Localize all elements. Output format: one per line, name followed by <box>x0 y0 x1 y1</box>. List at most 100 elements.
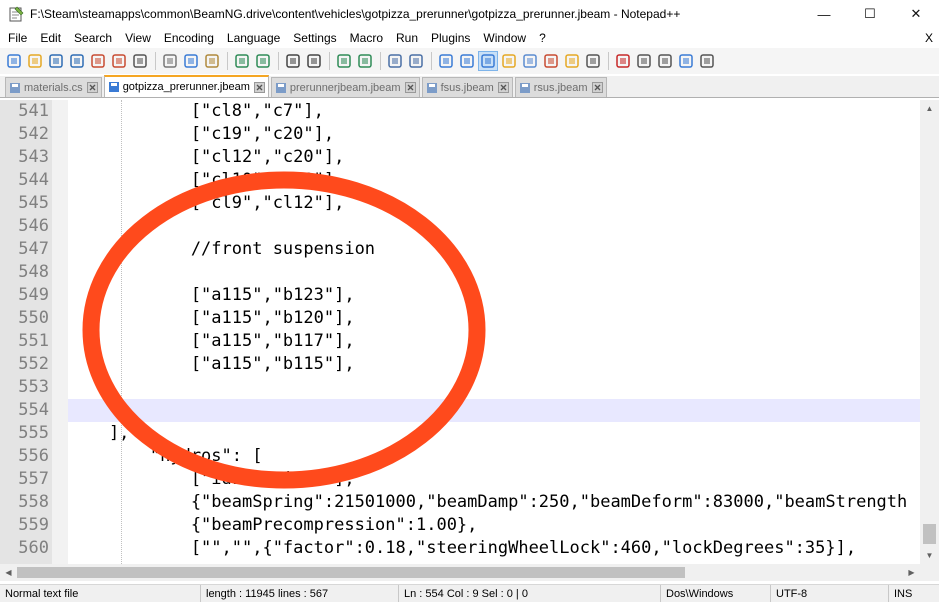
stop-record-icon[interactable] <box>634 51 654 71</box>
code-text[interactable]: ], <box>68 422 920 445</box>
code-text[interactable]: {"beamPrecompression":1.00}, <box>68 514 920 537</box>
close-icon[interactable] <box>88 51 108 71</box>
menu-macro[interactable]: Macro <box>344 28 390 48</box>
scroll-up-arrow-icon[interactable]: ▲ <box>920 100 939 117</box>
scroll-down-arrow-icon[interactable]: ▼ <box>920 547 939 564</box>
menu-window[interactable]: Window <box>477 28 533 48</box>
menu-view[interactable]: View <box>119 28 158 48</box>
code-text[interactable]: ["a115","b117"], <box>68 330 920 353</box>
tab-close-icon[interactable] <box>86 82 98 93</box>
code-text[interactable]: ["a115","b115"], <box>68 353 920 376</box>
code-line[interactable]: 554 <box>0 399 920 422</box>
folder-workspace-icon[interactable] <box>562 51 582 71</box>
code-line[interactable]: 541 ["cl8","c7"], <box>0 100 920 123</box>
copy-icon[interactable] <box>181 51 201 71</box>
code-text[interactable]: ["cl12","c20"], <box>68 146 920 169</box>
zoom-in-icon[interactable] <box>334 51 354 71</box>
code-text[interactable]: "hydros": [ <box>68 445 920 468</box>
menu-search[interactable]: Search <box>68 28 119 48</box>
menu-run[interactable]: Run <box>390 28 425 48</box>
code-text[interactable]: ["cl9","cl12"], <box>68 192 920 215</box>
menu-language[interactable]: Language <box>221 28 287 48</box>
tab-gotpizza-prerunner-jbeam[interactable]: gotpizza_prerunner.jbeam <box>103 75 269 97</box>
tab-close-icon[interactable] <box>253 81 265 93</box>
menu-settings[interactable]: Settings <box>287 28 343 48</box>
zoom-out-icon[interactable] <box>355 51 375 71</box>
sync-vertical-icon[interactable] <box>385 51 405 71</box>
menu-file[interactable]: File <box>0 28 34 48</box>
code-line[interactable]: 557 ["id1:","id2:"], <box>0 468 920 491</box>
code-text[interactable] <box>68 399 920 422</box>
code-line[interactable]: 548 <box>0 261 920 284</box>
tab-close-icon[interactable] <box>404 82 416 93</box>
status-eol[interactable]: Dos\Windows <box>660 585 770 602</box>
tab-materials-cs[interactable]: materials.cs <box>5 77 102 97</box>
monitoring-icon[interactable] <box>583 51 603 71</box>
tab-fsus-jbeam[interactable]: fsus.jbeam <box>421 77 513 97</box>
code-line[interactable]: 542 ["c19","c20"], <box>0 123 920 146</box>
document-map-icon[interactable] <box>520 51 540 71</box>
function-list-icon[interactable] <box>541 51 561 71</box>
record-macro-icon[interactable] <box>613 51 633 71</box>
maximize-button[interactable]: ☐ <box>847 0 893 28</box>
cut-icon[interactable] <box>160 51 180 71</box>
code-line[interactable]: 543 ["cl12","c20"], <box>0 146 920 169</box>
tab-close-icon[interactable] <box>591 82 603 93</box>
code-line[interactable]: 552 ["a115","b115"], <box>0 353 920 376</box>
menu-encoding[interactable]: Encoding <box>158 28 221 48</box>
print-icon[interactable] <box>130 51 150 71</box>
code-line[interactable]: 550 ["a115","b120"], <box>0 307 920 330</box>
code-text[interactable] <box>68 261 920 284</box>
code-text[interactable]: ["cl8","c7"], <box>68 100 920 123</box>
code-text[interactable]: {"beamSpring":21501000,"beamDamp":250,"b… <box>68 491 920 514</box>
play-macro-icon[interactable] <box>655 51 675 71</box>
sync-horizontal-icon[interactable] <box>406 51 426 71</box>
horizontal-scroll-thumb[interactable] <box>17 567 685 578</box>
scroll-right-arrow-icon[interactable]: ▶ <box>903 564 920 581</box>
save-macro-icon[interactable] <box>697 51 717 71</box>
tab-prerunnerjbeam-jbeam[interactable]: prerunnerjbeam.jbeam <box>270 77 420 97</box>
code-line[interactable]: 559 {"beamPrecompression":1.00}, <box>0 514 920 537</box>
paste-icon[interactable] <box>202 51 222 71</box>
tab-close-icon[interactable] <box>497 82 509 93</box>
replace-icon[interactable] <box>304 51 324 71</box>
code-line[interactable]: 547 //front suspension <box>0 238 920 261</box>
code-text[interactable] <box>68 376 920 399</box>
open-file-icon[interactable] <box>25 51 45 71</box>
close-all-icon[interactable] <box>109 51 129 71</box>
code-text[interactable]: ["c19","c20"], <box>68 123 920 146</box>
editor-area[interactable]: 541 ["cl8","c7"], 542 ["c19","c20"], 543 [… <box>0 100 939 564</box>
save-all-icon[interactable] <box>67 51 87 71</box>
horizontal-scrollbar[interactable]: ◀ ▶ <box>0 564 920 581</box>
menu-help[interactable]: ? <box>533 28 553 48</box>
code-text[interactable] <box>68 215 920 238</box>
vertical-scroll-thumb[interactable] <box>923 524 936 544</box>
code-line[interactable]: 553 <box>0 376 920 399</box>
word-wrap-icon[interactable] <box>436 51 456 71</box>
menu-edit[interactable]: Edit <box>34 28 68 48</box>
close-document-button[interactable]: X <box>925 28 933 48</box>
code-text[interactable]: ["cl10","cl9"], <box>68 169 920 192</box>
code-lines[interactable]: 541 ["cl8","c7"], 542 ["c19","c20"], 543 [… <box>0 100 920 560</box>
find-icon[interactable] <box>283 51 303 71</box>
run-macro-multiple-icon[interactable] <box>676 51 696 71</box>
undo-icon[interactable] <box>232 51 252 71</box>
code-line[interactable]: 556 "hydros": [ <box>0 445 920 468</box>
vertical-scrollbar[interactable]: ▲ ▼ <box>920 100 939 564</box>
status-encoding[interactable]: UTF-8 <box>770 585 888 602</box>
code-line[interactable]: 545 ["cl9","cl12"], <box>0 192 920 215</box>
code-line[interactable]: 560 ["","",{"factor":0.18,"steeringWheel… <box>0 537 920 560</box>
minimize-button[interactable]: — <box>801 0 847 28</box>
tab-rsus-jbeam[interactable]: rsus.jbeam <box>514 77 607 97</box>
code-line[interactable]: 544 ["cl10","cl9"], <box>0 169 920 192</box>
indent-guide-icon[interactable] <box>478 51 498 71</box>
new-file-icon[interactable] <box>4 51 24 71</box>
redo-icon[interactable] <box>253 51 273 71</box>
user-language-icon[interactable] <box>499 51 519 71</box>
code-text[interactable]: //front suspension <box>68 238 920 261</box>
code-text[interactable]: ["id1:","id2:"], <box>68 468 920 491</box>
code-line[interactable]: 549 ["a115","b123"], <box>0 284 920 307</box>
code-line[interactable]: 546 <box>0 215 920 238</box>
show-all-chars-icon[interactable] <box>457 51 477 71</box>
code-line[interactable]: 551 ["a115","b117"], <box>0 330 920 353</box>
